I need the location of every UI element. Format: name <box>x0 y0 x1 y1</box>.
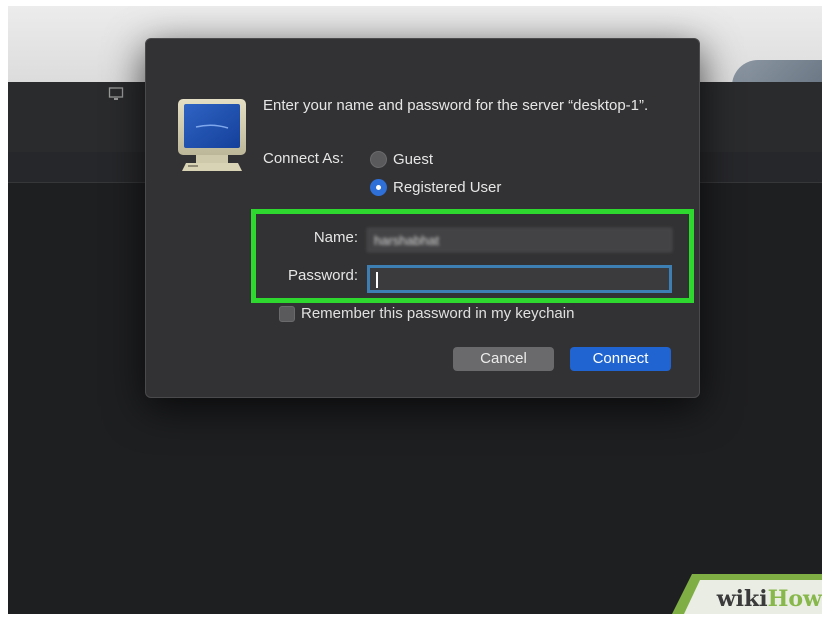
connect-to-server-dialog: Enter your name and password for the ser… <box>145 38 700 398</box>
name-field[interactable] <box>367 228 672 252</box>
monitor-icon <box>176 97 248 175</box>
connect-as-label: Connect As: <box>263 150 344 167</box>
wikihow-watermark: wikiHow <box>672 574 822 614</box>
radio-registered-label: Registered User <box>393 178 502 196</box>
wikihow-wiki: wiki <box>716 586 768 612</box>
radio-button-selected[interactable] <box>370 178 387 196</box>
screen: Enter your name and password for the ser… <box>8 6 822 614</box>
wikihow-how: How <box>767 586 822 612</box>
wikihow-logo-text: wikiHow <box>717 586 822 612</box>
radio-guest-option[interactable]: Guest <box>370 149 433 169</box>
password-label: Password: <box>287 267 358 284</box>
radio-guest-label: Guest <box>393 150 434 168</box>
password-field[interactable] <box>367 265 672 293</box>
text-caret <box>376 272 378 288</box>
connect-button[interactable]: Connect <box>570 347 671 371</box>
cancel-button[interactable]: Cancel <box>453 347 554 371</box>
radio-button[interactable] <box>370 150 387 168</box>
display-icon <box>108 86 126 104</box>
remember-keychain-option[interactable]: Remember this password in my keychain <box>279 305 574 322</box>
keychain-checkbox[interactable] <box>279 305 295 322</box>
radio-registered-user-option[interactable]: Registered User <box>370 177 501 197</box>
keychain-label: Remember this password in my keychain <box>301 305 575 322</box>
name-label: Name: <box>313 229 358 246</box>
dialog-prompt: Enter your name and password for the ser… <box>263 97 649 114</box>
